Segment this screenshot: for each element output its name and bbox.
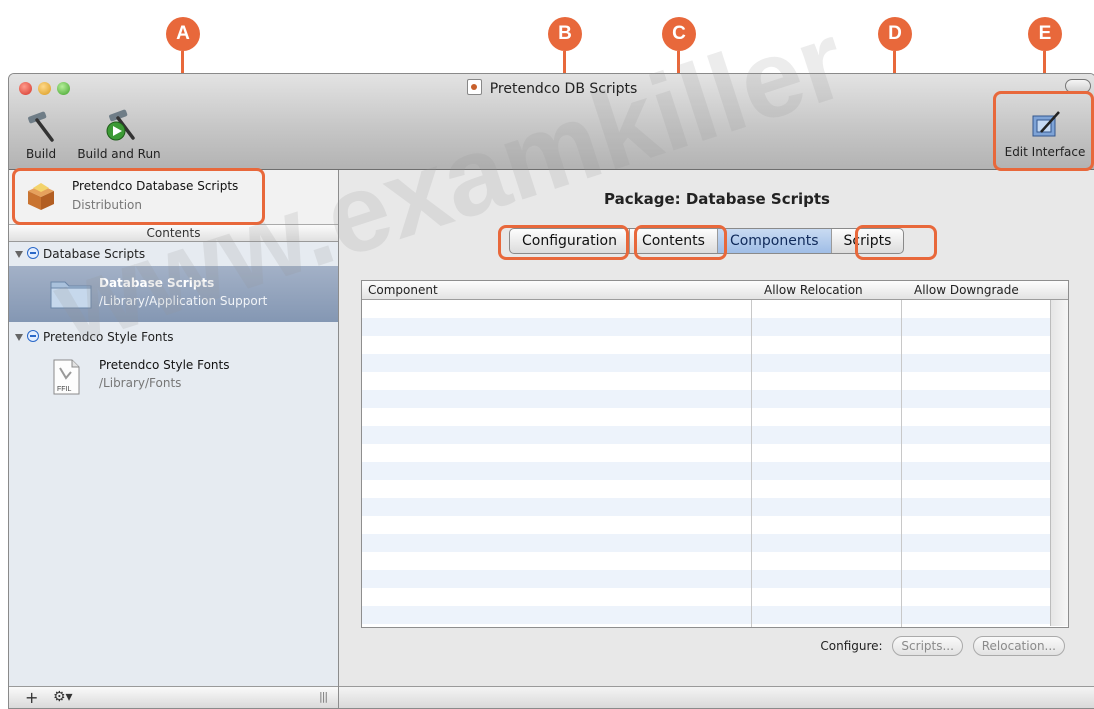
table-row-stripe (362, 318, 1050, 336)
gear-icon[interactable]: ⚙▾ (53, 689, 73, 705)
build-and-run-label: Build and Run (77, 147, 161, 161)
callout-badge-b: B (548, 17, 582, 51)
font-file-icon-text: FFIL (57, 386, 71, 393)
configure-bar: Configure: Scripts... Relocation... (339, 636, 1065, 656)
item-name: Pretendco Style Fonts (99, 358, 230, 372)
column-header-allow-downgrade[interactable]: Allow Downgrade (908, 281, 1058, 299)
sidebar: Pretendco Database Scripts Distribution … (9, 170, 339, 708)
sidebar-bottom-bar: + ⚙▾ ||| (9, 686, 338, 708)
item-name: Database Scripts (99, 276, 215, 290)
callout-box-d (855, 225, 937, 260)
table-row-stripe (362, 606, 1050, 624)
contents-header: Contents (9, 224, 338, 242)
sidebar-item-database-scripts[interactable]: Database Scripts /Library/Application Su… (9, 266, 338, 322)
table-row-stripe (362, 354, 1050, 372)
hammer-icon (28, 111, 54, 142)
table-row-stripe (362, 426, 1050, 444)
callout-badge-e: E (1028, 17, 1062, 51)
resize-handle-icon[interactable]: ||| (319, 690, 328, 703)
group-pretendco-style-fonts[interactable]: Pretendco Style Fonts (9, 326, 338, 348)
column-divider (901, 281, 902, 627)
callout-box-e (993, 91, 1094, 171)
relocation-button[interactable]: Relocation... (972, 636, 1065, 656)
item-path: /Library/Application Support (99, 294, 268, 308)
components-table: Component Allow Relocation Allow Downgra… (361, 280, 1069, 628)
font-file-icon: FFIL (53, 359, 80, 395)
folder-icon (50, 281, 92, 309)
table-row-stripe (362, 498, 1050, 516)
group-icon (27, 247, 39, 259)
table-row-stripe (362, 462, 1050, 480)
table-header: Component Allow Relocation Allow Downgra… (362, 281, 1068, 300)
sidebar-item-pretendco-style-fonts[interactable]: FFIL Pretendco Style Fonts /Library/Font… (9, 352, 338, 402)
callout-box-a (12, 168, 265, 225)
callout-badge-a: A (166, 17, 200, 51)
callout-badge-c: C (662, 17, 696, 51)
package-title: Package: Database Scripts (604, 190, 830, 208)
group-icon (27, 330, 39, 342)
table-row-stripe (362, 534, 1050, 552)
group-database-scripts[interactable]: Database Scripts (9, 243, 338, 265)
table-scrollbar[interactable] (1050, 300, 1068, 626)
column-header-allow-relocation[interactable]: Allow Relocation (758, 281, 908, 299)
callout-box-c (634, 225, 727, 260)
disclosure-triangle-icon[interactable] (15, 251, 23, 258)
window-title: Pretendco DB Scripts (9, 79, 1094, 97)
column-header-component[interactable]: Component (362, 281, 751, 299)
document-icon (466, 79, 482, 95)
scripts-button[interactable]: Scripts... (892, 636, 963, 656)
configure-label: Configure: (820, 639, 883, 653)
build-and-run-icon (106, 109, 135, 141)
callout-badge-d: D (878, 17, 912, 51)
table-row-stripe (362, 570, 1050, 588)
add-icon[interactable]: + (25, 688, 38, 707)
build-label: Build (25, 147, 57, 161)
disclosure-triangle-icon[interactable] (15, 334, 23, 341)
callout-box-b (498, 225, 629, 260)
build-and-run-button[interactable]: Build and Run (69, 108, 169, 161)
tab-components[interactable]: Components (717, 229, 832, 253)
main-bottom-bar (339, 686, 1094, 708)
build-button[interactable]: Build (19, 108, 63, 161)
item-path: /Library/Fonts (99, 376, 182, 390)
table-row-stripe (362, 390, 1050, 408)
toolbar: Pretendco DB Scripts Build Build and Run (9, 74, 1094, 170)
column-divider (751, 281, 752, 627)
